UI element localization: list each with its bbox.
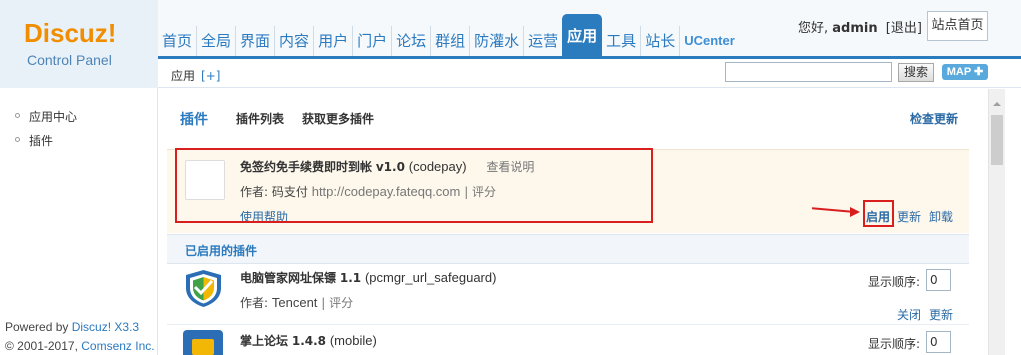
nav-operation[interactable]: 运营 [524, 26, 562, 58]
update-link[interactable]: 更新 [897, 208, 921, 225]
page-title: 插件 [180, 112, 208, 128]
plugin-version: 1.1 [339, 271, 362, 285]
sub-bar: 应用 [+] 搜索 MAP ✚ [158, 59, 1021, 88]
nav-forum[interactable]: 论坛 [392, 26, 432, 58]
order-label: 显示顺序: [868, 275, 921, 289]
update-link[interactable]: 更新 [929, 306, 953, 323]
bullet-icon [15, 137, 20, 142]
nav-style[interactable]: 界面 [236, 26, 276, 58]
author-label: 作者: [240, 296, 269, 310]
nav-ucenter[interactable]: UCenter [680, 26, 739, 58]
copyright: © 2001-2017, [5, 339, 78, 353]
sidebar-footer: Powered by Discuz! X3.3 © 2001-2017, Com… [5, 318, 155, 355]
powered-by: Powered by [5, 320, 69, 334]
disable-link[interactable]: 关闭 [897, 306, 921, 323]
mobile-app-icon [183, 330, 223, 355]
highlight-box [175, 148, 653, 223]
plugin-name: 电脑管家网址保镖 [240, 271, 337, 285]
nav-home[interactable]: 首页 [158, 26, 198, 58]
bullet-icon [15, 113, 20, 118]
nav-tools[interactable]: 工具 [602, 26, 642, 58]
greeting: 您好, [798, 21, 829, 36]
nav-founder[interactable]: 站长 [641, 26, 681, 58]
sidebar-item-plugins[interactable]: 插件 [15, 132, 53, 149]
map-button[interactable]: MAP ✚ [942, 64, 988, 80]
uninstall-link[interactable]: 卸载 [929, 208, 953, 225]
discuz-link[interactable]: Discuz! X3.3 [72, 320, 139, 334]
plugin-version: 1.4.8 [291, 334, 327, 348]
tab-plugin-list[interactable]: 插件列表 [236, 110, 284, 127]
breadcrumb: 应用 [+] [171, 67, 220, 84]
plugin-title: 电脑管家网址保镖 1.1 (pcmgr_url_safeguard) [240, 269, 496, 286]
order-label: 显示顺序: [868, 337, 921, 351]
username: admin [832, 21, 878, 36]
plugin-title: 掌上论坛 1.4.8 (mobile) [240, 332, 377, 349]
nav-plugin[interactable]: 应用 [562, 14, 603, 58]
search-input[interactable] [725, 62, 892, 82]
main-content: 插件 插件列表 获取更多插件 检查更新 免签约免手续费即时到帐 v1.0 (co… [159, 89, 988, 355]
scroll-up-icon[interactable] [993, 102, 1001, 106]
sidebar-item-label: 插件 [29, 134, 54, 148]
display-order-input[interactable]: 0 [926, 269, 951, 291]
nav-safe[interactable]: 防灌水 [470, 26, 525, 58]
nav-portal[interactable]: 门户 [353, 26, 393, 58]
nav-group[interactable]: 群组 [431, 26, 471, 58]
logout-link[interactable]: [退出] [886, 21, 922, 36]
plugin-name: 掌上论坛 [240, 334, 289, 348]
tab-get-more-plugins[interactable]: 获取更多插件 [302, 110, 374, 127]
scroll-thumb[interactable] [991, 115, 1003, 165]
comsenz-link[interactable]: Comsenz Inc. [81, 339, 154, 353]
rating-link[interactable]: | 评分 [321, 296, 353, 310]
sidebar-item-app-center[interactable]: 应用中心 [15, 108, 77, 125]
breadcrumb-current: 应用 [171, 69, 196, 83]
nav-global[interactable]: 全局 [197, 26, 237, 58]
plugin-identifier: (mobile) [329, 333, 377, 348]
enable-highlight-box [863, 200, 894, 227]
shield-icon [186, 270, 221, 307]
logo-subtitle: Control Panel [27, 52, 112, 68]
vertical-scrollbar[interactable] [988, 89, 1005, 355]
add-shortcut-link[interactable]: [+] [201, 69, 220, 83]
header: Discuz! Control Panel 首页 全局 界面 内容 用户 门户 … [0, 0, 1021, 88]
row-divider [167, 324, 969, 325]
display-order-input[interactable]: 0 [926, 331, 951, 353]
arrow-head-icon [850, 207, 860, 217]
logo-text: Discuz! [24, 18, 117, 48]
main-nav: 首页 全局 界面 内容 用户 门户 论坛 群组 防灌水 运营 应用 工具 站长 … [158, 14, 739, 58]
plugin-identifier: (pcmgr_url_safeguard) [364, 270, 497, 285]
search-button[interactable]: 搜索 [898, 63, 934, 82]
sidebar-item-label: 应用中心 [29, 110, 78, 124]
nav-content[interactable]: 内容 [275, 26, 315, 58]
plugin-author: 作者: Tencent | 评分 [240, 294, 353, 311]
section-title: 已启用的插件 [185, 244, 258, 258]
check-update-link[interactable]: 检查更新 [910, 110, 958, 127]
site-home-button[interactable]: 站点首页 [927, 11, 988, 41]
nav-user[interactable]: 用户 [314, 26, 354, 58]
section-enabled-plugins: 已启用的插件 [167, 234, 969, 264]
logo[interactable]: Discuz! Control Panel [0, 0, 158, 88]
sidebar: 应用中心 插件 Powered by Discuz! X3.3 © 2001-2… [0, 88, 158, 355]
user-info: 您好, admin [退出] [798, 17, 922, 36]
author-name: Tencent [271, 295, 318, 310]
